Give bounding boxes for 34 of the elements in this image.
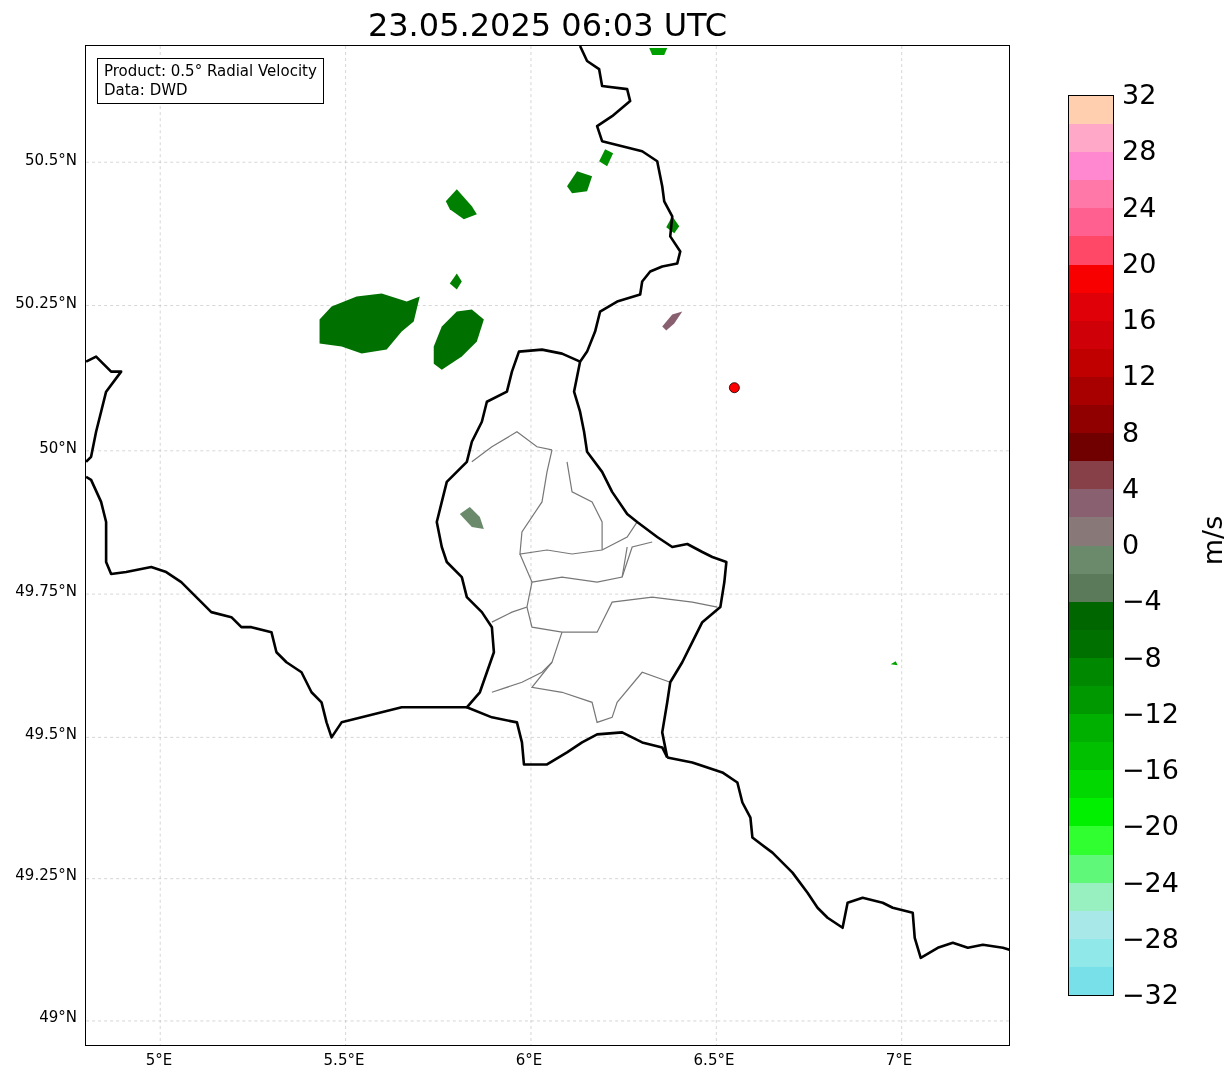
colorbar-tick-label: −20 — [1122, 811, 1179, 842]
colorbar-tick-label: −12 — [1122, 698, 1179, 729]
colorbar-tick-label: 0 — [1122, 530, 1140, 560]
latitude-label: 50°N — [39, 439, 77, 457]
colorbar-tick-label: −8 — [1122, 642, 1162, 673]
info-text: Product: 0.5° Radial Velocity — [104, 62, 317, 81]
colorbar-tick-label: 32 — [1122, 80, 1157, 110]
colorbar-tick-label: −4 — [1122, 586, 1162, 617]
colorbar-tick-label: 12 — [1122, 361, 1157, 392]
latitude-label: 50.25°N — [15, 294, 77, 312]
latitude-label: 49.5°N — [24, 725, 77, 743]
colorbar-tick-label: 20 — [1122, 248, 1157, 279]
latitude-label: 49.25°N — [15, 866, 77, 884]
colorbar-tick-label: 4 — [1122, 473, 1140, 504]
latitude-label: 50.5°N — [24, 151, 77, 169]
colorbar-tick-label: −16 — [1122, 755, 1179, 785]
latitude-label: 49°N — [39, 1008, 77, 1026]
radar-site-marker — [728, 382, 740, 394]
longitude-label: 7°E — [885, 1051, 913, 1069]
colorbar-unit-label: m/s — [1197, 515, 1225, 566]
colorbar-tick-label: 16 — [1122, 305, 1157, 335]
longitude-label: 6.5°E — [693, 1051, 735, 1069]
longitude-label: 5.5°E — [323, 1051, 365, 1069]
colorbar-tick-label: 8 — [1122, 417, 1140, 448]
colorbar-tick-label: −24 — [1122, 867, 1179, 898]
colorbar-tick-label: −28 — [1122, 923, 1179, 954]
info-text: Data: DWD — [104, 81, 189, 100]
colorbar-tick-label: −32 — [1122, 980, 1179, 1010]
latitude-label: 49.75°N — [15, 582, 77, 600]
chart-title: 23.05.2025 06:03 UTC — [367, 5, 728, 45]
colorbar-tick-label: 28 — [1122, 136, 1157, 167]
colorbar-tick-label: 24 — [1122, 192, 1157, 223]
longitude-label: 6°E — [515, 1051, 543, 1069]
longitude-label: 5°E — [145, 1051, 173, 1069]
